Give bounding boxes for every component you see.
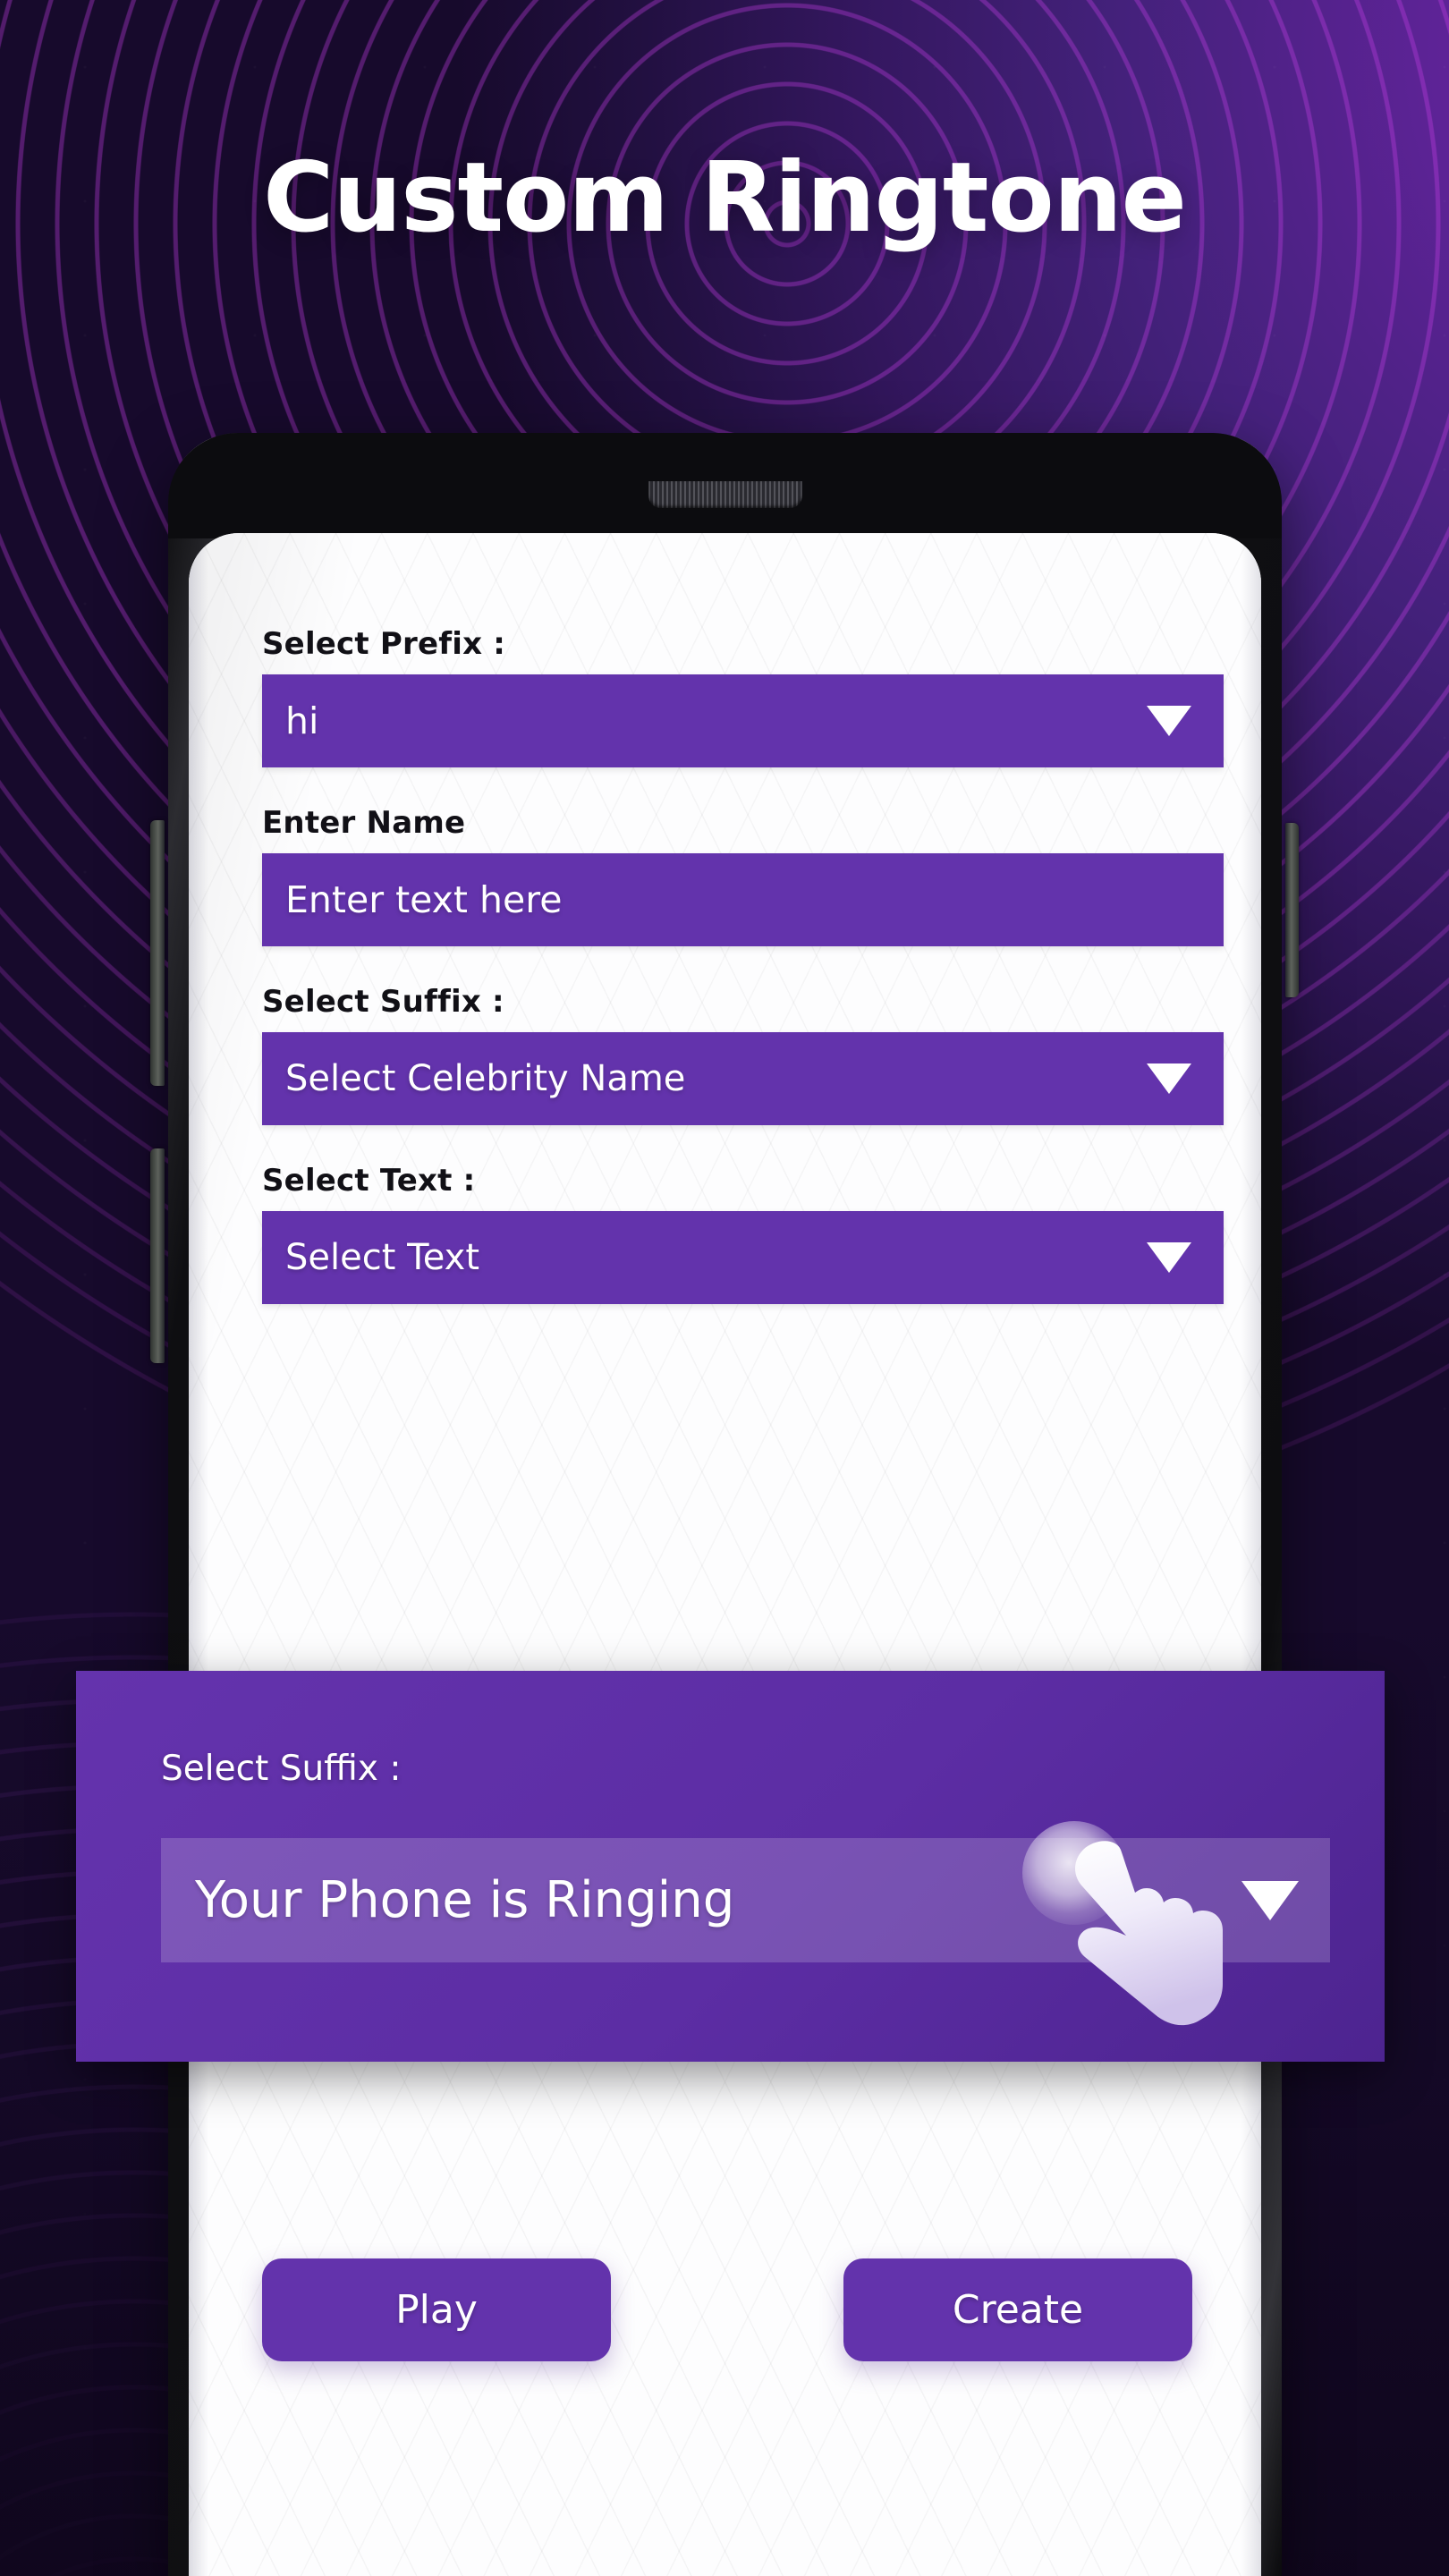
volume-down-button[interactable] (150, 1148, 165, 1363)
callout-label-select-suffix: Select Suffix : (161, 1749, 402, 1789)
label-select-text: Select Text : (262, 1163, 476, 1199)
create-button[interactable]: Create (843, 2258, 1192, 2361)
dropdown-select-suffix[interactable]: Select Celebrity Name (262, 1032, 1224, 1125)
callout-dropdown-value: Your Phone is Ringing (195, 1871, 735, 1929)
page-title: Custom Ringtone (263, 142, 1187, 254)
action-button-row: Play Create (262, 2258, 1224, 2361)
dropdown-select-prefix[interactable]: hi (262, 674, 1224, 767)
play-button[interactable]: Play (262, 2258, 611, 2361)
label-select-prefix: Select Prefix : (262, 626, 506, 662)
ringtone-form: Select Prefix : hi Enter Name Enter text… (262, 626, 1224, 1342)
text-input-enter-name[interactable]: Enter text here (262, 853, 1224, 946)
dropdown-select-prefix-value: hi (285, 699, 319, 742)
dropdown-select-suffix-value: Select Celebrity Name (285, 1058, 686, 1099)
text-input-enter-name-placeholder: Enter text here (285, 878, 563, 921)
chevron-down-icon (1147, 1063, 1191, 1094)
screen-left-edge-shading (189, 533, 208, 2576)
label-enter-name: Enter Name (262, 805, 466, 841)
chevron-down-icon (1147, 706, 1191, 736)
callout-dropdown-select-suffix[interactable]: Your Phone is Ringing (161, 1838, 1330, 1962)
dropdown-select-text[interactable]: Select Text (262, 1211, 1224, 1304)
earpiece-speaker-icon (648, 481, 802, 508)
promo-screenshot: Custom Ringtone Select Prefix : hi Enter… (0, 0, 1449, 2576)
volume-up-button[interactable] (150, 820, 165, 1086)
chevron-down-icon (1241, 1880, 1299, 1920)
field-enter-name: Enter Name Enter text here (262, 805, 1224, 946)
field-select-text: Select Text : Select Text (262, 1163, 1224, 1304)
chevron-down-icon (1147, 1242, 1191, 1273)
suffix-callout-panel: Select Suffix : Your Phone is Ringing (76, 1671, 1385, 2062)
field-select-prefix: Select Prefix : hi (262, 626, 1224, 767)
screen-right-edge-shading (1241, 533, 1261, 2576)
dropdown-select-text-value: Select Text (285, 1237, 480, 1278)
power-button[interactable] (1285, 823, 1299, 997)
field-select-suffix: Select Suffix : Select Celebrity Name (262, 984, 1224, 1125)
label-select-suffix: Select Suffix : (262, 984, 504, 1020)
